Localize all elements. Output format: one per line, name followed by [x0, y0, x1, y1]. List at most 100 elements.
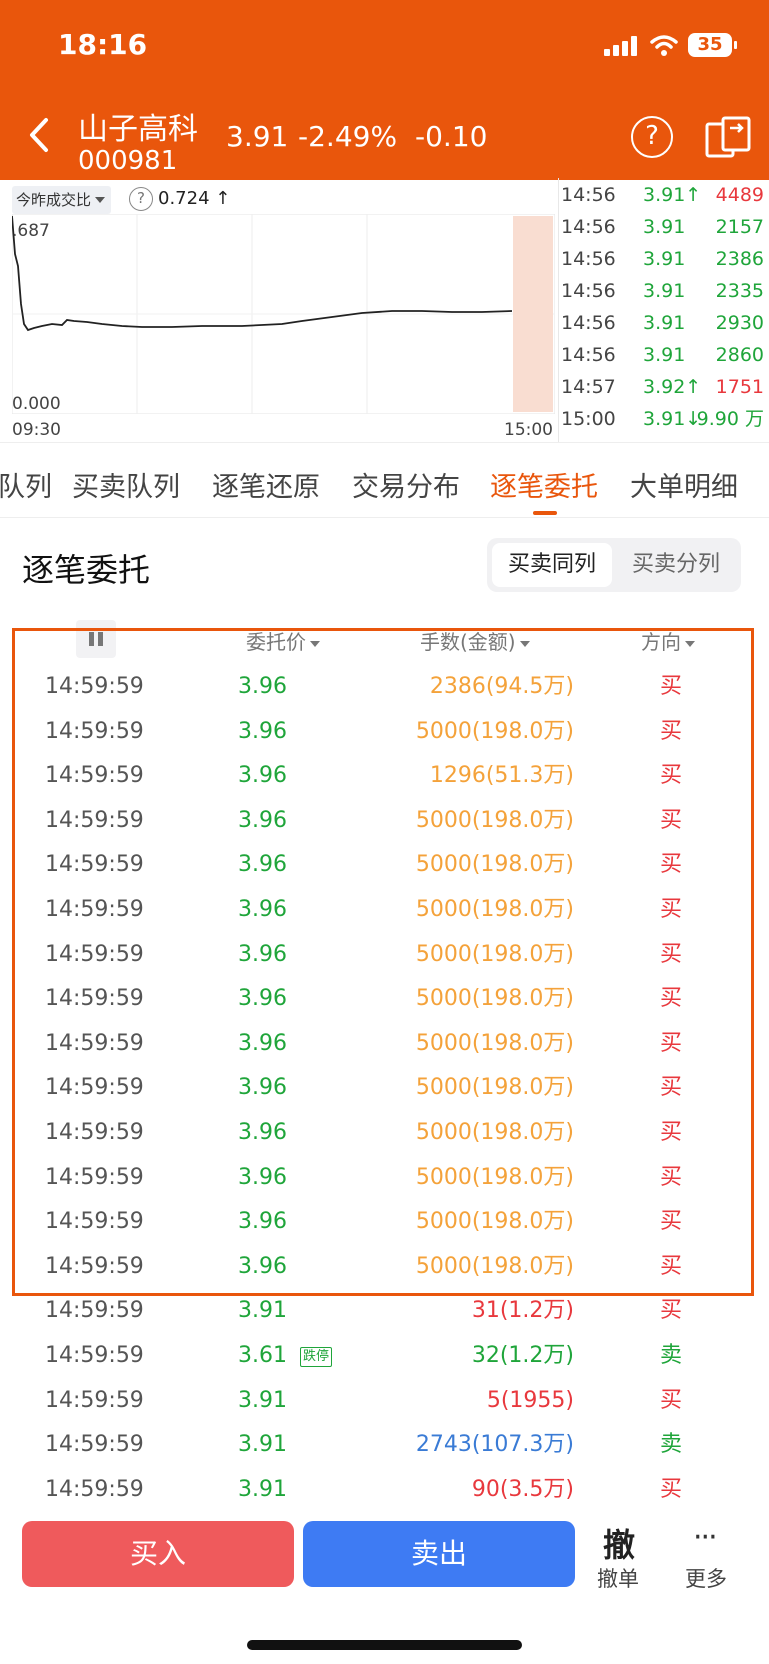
tick-row: 14:56 3.91 2386 [559, 242, 769, 276]
chart-x-end: 15:00 [504, 420, 553, 440]
order-direction: 买 [660, 986, 683, 1012]
tick-list[interactable]: 14:56 3.91↑ 4489 14:56 3.91 2157 14:56 3.91 2386… [558, 178, 769, 442]
tick-volume: 2860 [715, 344, 764, 366]
order-price: 3.96 [238, 1253, 287, 1279]
tick-time: 14:56 [561, 312, 616, 334]
table-row: 14:59:59 3.96 5000(198.0万) 买 [0, 710, 769, 755]
order-price: 3.96 [238, 807, 287, 833]
pause-icon[interactable] [76, 620, 116, 658]
tick-volume: 2386 [715, 248, 764, 270]
order-amount: 5(1955) [486, 1387, 574, 1413]
order-price: 3.96 [238, 1075, 287, 1101]
tab-order-by-order[interactable]: 逐笔委托 [490, 465, 598, 504]
order-price: 3.96 [238, 1164, 287, 1190]
order-direction: 买 [660, 674, 683, 699]
order-time: 14:59:59 [45, 674, 144, 699]
order-direction: 买 [660, 807, 683, 833]
stock-change-pct: -2.49% [298, 120, 398, 153]
mode-split-column[interactable]: 买卖分列 [616, 543, 736, 587]
tick-row: 15:00 3.91↓ 9.90 万 [559, 402, 769, 436]
volume-ratio-dropdown[interactable]: 今昨成交比 [12, 186, 112, 214]
tick-row: 14:56 3.91↑ 4489 [559, 178, 769, 212]
tick-time: 14:56 [561, 216, 616, 238]
order-price: 3.96 [238, 852, 287, 878]
order-time: 14:59:59 [45, 986, 144, 1012]
tick-row: 14:56 3.91 2930 [559, 306, 769, 340]
tab-active-indicator [533, 511, 557, 515]
order-amount: 5000(198.0万) [415, 718, 574, 744]
detail-tab-bar: 队列 买卖队列 逐笔还原 交易分布 逐笔委托 大单明细 [0, 442, 769, 518]
order-amount: 5000(198.0万) [415, 986, 574, 1012]
wifi-icon [650, 35, 678, 56]
buy-button[interactable]: 买入 [22, 1521, 294, 1587]
header-amount-sort[interactable]: 手数(金额) [420, 626, 530, 655]
order-direction: 买 [660, 763, 683, 789]
more-label[interactable]: 更多 [685, 1563, 727, 1593]
order-time: 14:59:59 [45, 763, 144, 789]
order-price: 3.96 [238, 674, 287, 699]
order-price: 3.96 [238, 1209, 287, 1235]
cellular-signal-icon [604, 36, 637, 56]
stock-change: -0.10 [415, 120, 488, 153]
order-amount: 5000(198.0万) [415, 1030, 574, 1056]
order-time: 14:59:59 [45, 807, 144, 833]
table-row: 14:59:59 3.96 5000(198.0万) 买 [0, 1200, 769, 1245]
table-row: 14:59:59 3.91 5(1955) 买 [0, 1379, 769, 1424]
tick-volume: 9.90 万 [696, 408, 764, 430]
tab-bid-ask-queue[interactable]: 买卖队列 [72, 465, 180, 504]
order-direction: 买 [660, 941, 683, 967]
order-time: 14:59:59 [45, 852, 144, 878]
order-direction: 买 [660, 852, 683, 878]
tick-row: 14:56 3.91 2860 [559, 338, 769, 372]
order-amount: 5000(198.0万) [415, 1164, 574, 1190]
sell-button[interactable]: 卖出 [303, 1521, 575, 1587]
tick-volume: 2930 [715, 312, 764, 334]
chart-x-start: 09:30 [12, 420, 61, 440]
order-time: 14:59:59 [45, 1476, 144, 1502]
tab-large-orders[interactable]: 大单明细 [630, 465, 738, 504]
order-direction: 买 [660, 896, 683, 922]
back-icon[interactable] [22, 114, 56, 156]
mode-same-column[interactable]: 买卖同列 [492, 543, 612, 587]
order-price: 3.61 [238, 1342, 287, 1368]
table-row: 14:59:59 3.96 5000(198.0万) 买 [0, 977, 769, 1022]
tick-volume: 1751 [715, 376, 764, 398]
order-time: 14:59:59 [45, 718, 144, 744]
header-price-sort[interactable]: 委托价 [246, 626, 320, 655]
chart-y-min: 0.000 [12, 394, 61, 414]
header-direction-sort[interactable]: 方向 [641, 626, 695, 655]
tab-queue[interactable]: 队列 [0, 465, 52, 504]
tab-trade-distribution[interactable]: 交易分布 [352, 465, 460, 504]
tick-price: 3.91 [643, 344, 686, 366]
order-direction: 买 [660, 1119, 683, 1145]
cancel-order-label[interactable]: 撤单 [597, 1563, 639, 1593]
tick-time: 14:56 [561, 184, 616, 206]
tick-price: 3.91 [643, 248, 686, 270]
table-row: 14:59:59 3.96 5000(198.0万) 买 [0, 799, 769, 844]
intraday-line-chart [12, 214, 555, 414]
order-table: 14:59:59 3.96 2386(94.5万) 买 14:59:59 3.96 5000… [0, 665, 769, 1512]
table-row: 14:59:59 3.91 90(3.5万) 买 [0, 1468, 769, 1513]
table-row: 14:59:59 3.91 31(1.2万) 买 [0, 1289, 769, 1334]
order-direction: 买 [660, 1030, 683, 1056]
home-indicator [247, 1640, 522, 1650]
order-time: 14:59:59 [45, 1075, 144, 1101]
order-time: 14:59:59 [45, 1342, 144, 1368]
order-amount: 2743(107.3万) [415, 1432, 574, 1458]
more-icon[interactable]: ··· [693, 1520, 718, 1555]
help-icon[interactable]: ? [631, 116, 673, 158]
table-row: 14:59:59 3.96 5000(198.0万) 买 [0, 843, 769, 888]
ratio-help-icon[interactable]: ? [129, 187, 153, 211]
stock-price: 3.91 [226, 120, 289, 153]
order-time: 14:59:59 [45, 1387, 144, 1413]
tab-tick-restore[interactable]: 逐笔还原 [212, 465, 320, 504]
table-row: 14:59:59 3.61 跌停 32(1.2万) 卖 [0, 1334, 769, 1379]
tick-time: 14:56 [561, 280, 616, 302]
chart-y-max: .687 [12, 221, 50, 241]
order-direction: 买 [660, 1075, 683, 1101]
order-amount: 5000(198.0万) [415, 807, 574, 833]
cancel-order-icon[interactable]: 撤 [603, 1520, 635, 1566]
order-direction: 卖 [660, 1432, 683, 1458]
switch-stock-icon[interactable] [704, 114, 752, 160]
order-direction: 买 [660, 1164, 683, 1190]
